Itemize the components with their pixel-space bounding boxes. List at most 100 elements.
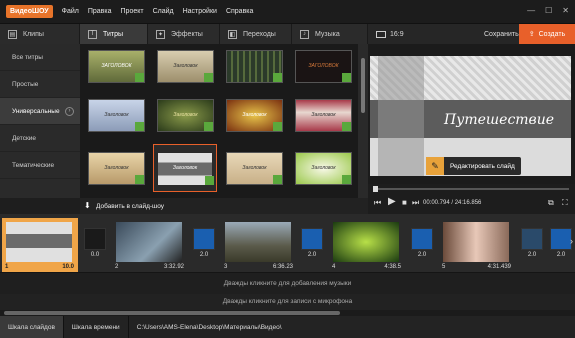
grid-scrollbar-thumb[interactable]: [361, 58, 365, 113]
menu-project[interactable]: Проект: [121, 8, 144, 15]
music-track[interactable]: Дважды кликните для добавления музыки: [0, 272, 575, 294]
playback-controls: ⏮ ▶ ■ ⏭ 00:00.794 / 24:16.856 ⧉ ⛶: [368, 184, 575, 214]
transition-item[interactable]: 0.0: [82, 228, 108, 264]
category-simple[interactable]: Простые: [0, 71, 80, 98]
transition-thumbnail: [193, 228, 215, 250]
skip-forward-icon[interactable]: ⏭: [412, 198, 419, 208]
tab-clips[interactable]: ▤ Клипы: [0, 24, 80, 44]
add-icon[interactable]: [273, 73, 282, 82]
play-icon[interactable]: ▶: [388, 196, 396, 207]
edit-slide-button[interactable]: ✎ Редактировать слайд: [426, 157, 521, 175]
slide-thumbnail: [225, 222, 291, 262]
add-icon[interactable]: [204, 122, 213, 131]
tab-transitions-label: Переходы: [243, 30, 276, 38]
skip-back-icon[interactable]: ⏮: [374, 198, 381, 208]
title-thumb[interactable]: Заголовок: [295, 152, 352, 185]
add-bar: ⬇ Добавить в слайд-шоу: [80, 198, 368, 214]
add-icon[interactable]: [205, 176, 214, 185]
preview-screen[interactable]: Путешествие ✎ Редактировать слайд: [370, 56, 571, 176]
close-icon[interactable]: ✕: [562, 6, 569, 15]
transition-thumbnail: [411, 228, 433, 250]
slide-duration: 4:38.5: [384, 264, 401, 270]
category-universal[interactable]: Универсальные ›: [0, 98, 80, 125]
aspect-ratio[interactable]: 16:9: [376, 30, 404, 38]
tab-effects[interactable]: ✦ Эффекты: [148, 24, 220, 44]
add-icon[interactable]: [135, 73, 144, 82]
add-icon[interactable]: [135, 122, 144, 131]
add-to-slideshow-label: Добавить в слайд-шоу: [96, 202, 165, 210]
category-kids[interactable]: Детские: [0, 125, 80, 152]
menu-file[interactable]: Файл: [62, 8, 79, 15]
tab-titles[interactable]: T Титры: [80, 24, 148, 44]
transition-item[interactable]: 2.0: [299, 228, 325, 264]
title-thumb[interactable]: Заголовок: [295, 99, 352, 132]
slide-item[interactable]: 1 10.0: [2, 218, 78, 272]
playhead[interactable]: [373, 186, 378, 192]
slide-item[interactable]: 2 3:32.92: [112, 218, 188, 272]
transition-duration: 2.0: [307, 252, 317, 258]
slide-number: 2: [115, 264, 119, 270]
add-icon[interactable]: [342, 122, 351, 131]
slide-thumbnail: [116, 222, 182, 262]
tab-transitions[interactable]: ◧ Переходы: [220, 24, 292, 44]
timeline-view-button[interactable]: Шкала времени: [64, 316, 129, 338]
slide-item[interactable]: 5 4:31.439: [439, 218, 515, 272]
title-thumb[interactable]: Заголовок: [88, 99, 145, 132]
title-thumb[interactable]: Заголовок: [157, 50, 214, 83]
storyboard-view-button[interactable]: Шкала слайдов: [0, 316, 64, 338]
menu-edit[interactable]: Правка: [88, 8, 112, 15]
stop-icon[interactable]: ■: [402, 198, 407, 207]
microphone-track[interactable]: Дважды кликните для записи с микрофона: [0, 294, 575, 310]
title-thumb-selected[interactable]: Заголовок: [153, 144, 217, 192]
grid-scrollbar[interactable]: [358, 44, 368, 198]
minimize-icon[interactable]: —: [527, 6, 535, 15]
tab-music[interactable]: ♪ Музыка: [292, 24, 368, 44]
title-thumb[interactable]: Заголовок: [226, 99, 283, 132]
slide-number: 3: [224, 264, 228, 270]
title-thumb[interactable]: [226, 50, 283, 83]
add-to-slideshow-button[interactable]: ⬇ Добавить в слайд-шоу: [84, 200, 164, 212]
slide-number: 1: [5, 264, 9, 270]
menu-settings[interactable]: Настройки: [183, 8, 217, 15]
menu-slide[interactable]: Слайд: [153, 8, 174, 15]
add-icon[interactable]: [273, 122, 282, 131]
camera-icon[interactable]: ⧉: [548, 198, 554, 208]
add-icon[interactable]: [204, 73, 213, 82]
title-thumb-label: ЗАГОЛОВОК: [101, 63, 132, 69]
app-logo: ВидеоШОУ: [6, 5, 53, 18]
category-all[interactable]: Все титры: [0, 44, 80, 71]
timeline-scrollbar-thumb[interactable]: [4, 311, 340, 315]
title-thumb[interactable]: ЗАГОЛОВОК: [295, 50, 352, 83]
transition-item[interactable]: 2.0: [191, 228, 217, 264]
fullscreen-icon[interactable]: ⛶: [562, 198, 568, 208]
slide-item[interactable]: 4 4:38.5: [329, 218, 405, 272]
title-thumb[interactable]: Заголовок: [157, 99, 214, 132]
slide-thumbnail: [443, 222, 509, 262]
create-button[interactable]: ⇪ Создать: [519, 24, 575, 44]
category-thematic[interactable]: Тематические: [0, 152, 80, 179]
title-thumb-label: Заголовок: [311, 112, 336, 118]
transition-item[interactable]: 2.0: [519, 228, 545, 264]
menu-help[interactable]: Справка: [226, 8, 253, 15]
playback-progress[interactable]: [373, 186, 569, 192]
add-icon[interactable]: [342, 175, 351, 184]
add-icon[interactable]: [273, 175, 282, 184]
transition-item[interactable]: 2.0: [548, 228, 574, 264]
maximize-icon[interactable]: ☐: [545, 6, 552, 15]
title-thumb[interactable]: Заголовок: [88, 152, 145, 185]
title-thumb[interactable]: ЗАГОЛОВОК: [88, 50, 145, 83]
add-icon[interactable]: [342, 73, 351, 82]
save-button[interactable]: Сохранить: [484, 24, 519, 44]
transition-duration: 2.0: [417, 252, 427, 258]
transition-duration: 2.0: [527, 252, 537, 258]
slide-thumbnail: [333, 222, 399, 262]
project-path: C:\Users\AMS-Elena\Desktop\Материалы\Вид…: [136, 323, 282, 331]
transition-item[interactable]: 2.0: [409, 228, 435, 264]
title-thumb[interactable]: Заголовок: [226, 152, 283, 185]
slide-item[interactable]: 3 6:36.23: [221, 218, 297, 272]
chevron-right-icon[interactable]: ›: [570, 236, 573, 246]
playback-time: 00:00.794 / 24:16.856: [423, 200, 482, 206]
add-icon[interactable]: [135, 175, 144, 184]
transition-thumbnail: [550, 228, 572, 250]
category-universal-label: Универсальные: [12, 107, 60, 115]
